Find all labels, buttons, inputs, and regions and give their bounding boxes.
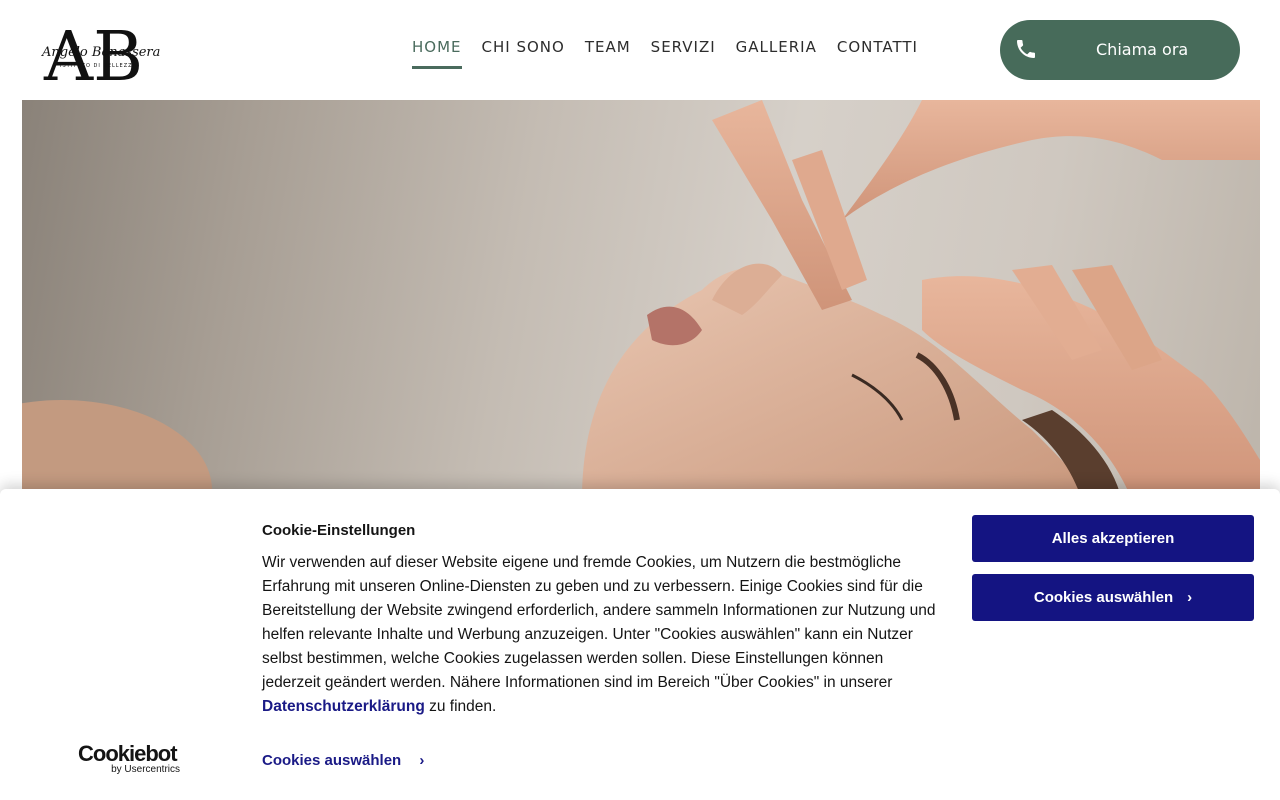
site-logo[interactable]: AB Angelo Bonassera ISTITUTO DI BELLEZZA [40,14,185,86]
logo-subtext: ISTITUTO DI BELLEZZA [60,63,137,69]
main-nav: HOME CHI SONO TEAM SERVIZI GALLERIA CONT… [412,38,938,69]
logo-script-text: Angelo Bonassera [41,45,160,60]
hero-image [22,100,1260,500]
select-cookies-link-label: Cookies auswählen [262,752,402,769]
cookiebot-logo: Cookiebot by Usercentrics [78,743,188,777]
nav-servizi[interactable]: SERVIZI [651,38,716,69]
facial-massage-photo [22,100,1260,500]
phone-icon [1014,37,1038,61]
cookiebot-wordmark: Cookiebot [78,741,178,766]
select-cookies-label: Cookies auswählen [1033,589,1174,606]
chevron-right-icon: › [1187,589,1193,606]
cookie-text-end: zu finden. [424,698,497,715]
nav-contatti[interactable]: CONTATTI [837,38,918,69]
call-now-label: Chiama ora [1096,40,1189,59]
cookie-description: Wir verwenden auf dieser Website eigene … [262,551,942,719]
call-now-button[interactable]: Chiama ora [1000,20,1240,80]
nav-chi-sono[interactable]: CHI SONO [482,38,565,69]
nav-galleria[interactable]: GALLERIA [736,38,817,69]
cookie-title: Cookie-Einstellungen [262,522,416,539]
select-cookies-button[interactable]: Cookies auswählen › [972,574,1254,621]
cookie-banner: Cookie-Einstellungen Wir verwenden auf d… [0,489,1280,800]
nav-home[interactable]: HOME [412,38,462,69]
nav-team[interactable]: TEAM [585,38,631,69]
privacy-policy-link[interactable]: Datenschutzerklärung [262,698,425,715]
site-header: AB Angelo Bonassera ISTITUTO DI BELLEZZA… [0,0,1280,100]
chevron-right-icon: › [419,752,425,769]
accept-all-button[interactable]: Alles akzeptieren [972,515,1254,562]
cookie-text-main: Wir verwenden auf dieser Website eigene … [262,554,936,691]
select-cookies-link[interactable]: Cookies auswählen › [262,752,424,769]
accept-all-label: Alles akzeptieren [1051,530,1175,547]
